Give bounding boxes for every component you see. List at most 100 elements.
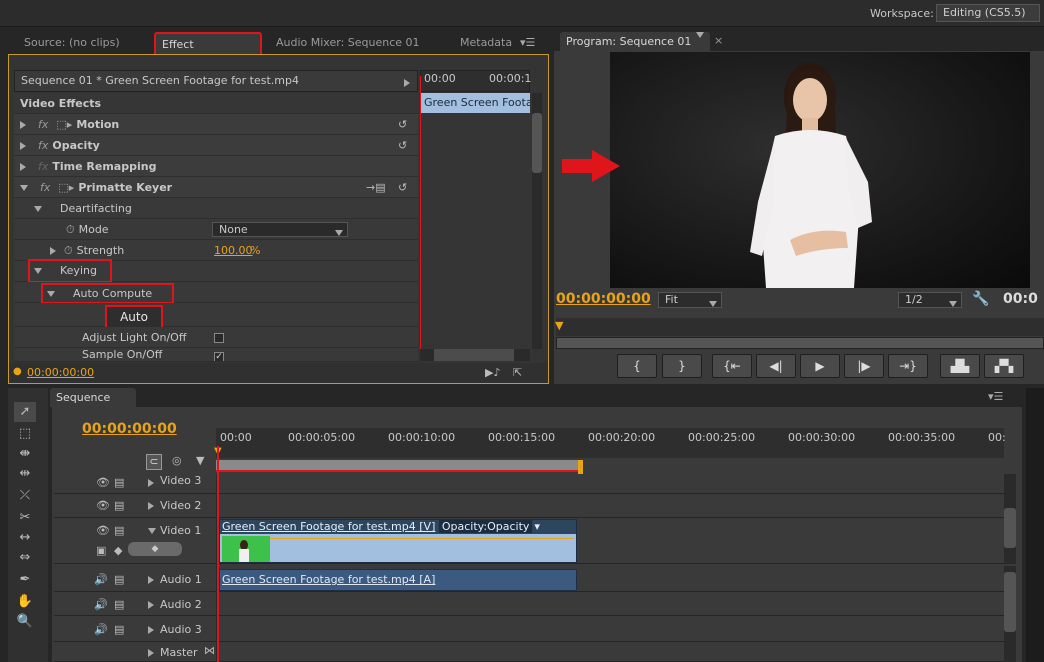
eye-icon[interactable]: 👁 <box>96 524 110 537</box>
effect-row-primatte[interactable]: fx ⬚▸ Primatte Keyer →▤ ↺ <box>14 177 418 198</box>
effect-timecode[interactable]: 00:00:00:00 <box>27 366 94 379</box>
timeline-playhead[interactable] <box>217 446 219 662</box>
ripple-edit-tool-icon[interactable]: ⇼ <box>14 444 36 464</box>
effect-row-opacity[interactable]: fx Opacity ↺ <box>14 135 418 156</box>
opacity-line[interactable] <box>270 538 574 539</box>
effect-scrollbar[interactable] <box>532 93 542 349</box>
auto-button[interactable]: Auto <box>105 305 163 329</box>
keyframe-display-icon[interactable]: ▣ <box>96 544 106 557</box>
resolution-select[interactable]: 1/2 <box>898 292 962 308</box>
effect-clip-bar[interactable]: Green Screen Footag <box>420 93 530 113</box>
slip-tool-icon[interactable]: ↔ <box>14 528 36 548</box>
tab-metadata[interactable]: Metadata <box>454 33 518 52</box>
stopwatch-icon[interactable]: ⏱ <box>64 244 73 257</box>
video-scrollbar[interactable] <box>1004 474 1016 564</box>
adjust-light-checkbox[interactable] <box>214 333 224 343</box>
extract-button[interactable]: ▞▚ <box>984 354 1024 378</box>
expand-icon[interactable] <box>20 163 26 171</box>
rolling-edit-tool-icon[interactable]: ⇹ <box>14 464 36 484</box>
effect-keyframe-area[interactable] <box>420 113 532 349</box>
panel-menu-icon[interactable]: ▾☰ <box>520 36 535 49</box>
stopwatch-icon[interactable]: ⏱ <box>66 223 75 236</box>
expand-icon[interactable] <box>148 623 154 636</box>
clip-fx-badge[interactable]: Opacity:Opacity <box>438 520 533 533</box>
speaker-icon[interactable]: 🔊 <box>94 573 108 586</box>
eye-icon[interactable]: 👁 <box>96 476 110 489</box>
razor-tool-icon[interactable]: ✂ <box>14 508 36 528</box>
tab-program[interactable]: Program: Sequence 01 <box>560 32 710 51</box>
reset-icon[interactable]: ↺ <box>398 177 407 198</box>
expand-icon[interactable] <box>50 247 56 255</box>
sample-checkbox[interactable]: ✓ <box>214 352 224 361</box>
reset-icon[interactable]: ↺ <box>398 114 407 135</box>
expand-icon[interactable] <box>148 598 154 611</box>
audio-scrollbar[interactable] <box>1004 566 1016 662</box>
workspace-select[interactable]: Editing (CS5.5) <box>936 4 1040 22</box>
slide-tool-icon[interactable]: ⇔ <box>14 548 36 568</box>
collapse-icon[interactable] <box>20 185 28 191</box>
timeline-timecode[interactable]: 00:00:00:00 <box>82 421 177 437</box>
strength-value[interactable]: 100.00 <box>214 240 253 261</box>
keyframe-nav-icon[interactable]: ◆ <box>114 544 122 557</box>
go-to-in-button[interactable]: {⇤ <box>712 354 752 378</box>
marker-icon[interactable]: ▼ <box>196 454 204 467</box>
film-icon[interactable]: ▤ <box>114 573 124 586</box>
effect-settings-icon[interactable]: →▤ <box>366 177 386 198</box>
tab-audio-mixer[interactable]: Audio Mixer: Sequence 01 <box>270 33 426 52</box>
play-only-icon[interactable] <box>404 76 410 89</box>
deartifacting-row[interactable]: Deartifacting <box>14 198 418 219</box>
effect-row-motion[interactable]: fx ⬚▸ Motion ↺ <box>14 114 418 135</box>
go-to-out-button[interactable]: ⇥} <box>888 354 928 378</box>
effect-row-time-remapping[interactable]: fx Time Remapping <box>14 156 418 177</box>
video-preview[interactable] <box>610 52 1030 288</box>
snap-icon[interactable]: ⊂ <box>146 454 162 470</box>
playhead-marker-icon[interactable]: ▼ <box>555 319 563 332</box>
keying-toggle[interactable]: Keying <box>28 259 112 283</box>
program-zoom-bar[interactable] <box>556 337 1044 349</box>
expand-icon[interactable] <box>148 646 154 659</box>
fit-select[interactable]: Fit <box>658 292 722 308</box>
lift-button[interactable]: ▟▙ <box>940 354 980 378</box>
collapse-icon[interactable] <box>34 268 42 274</box>
work-area-end-handle[interactable] <box>578 460 583 474</box>
track-select-tool-icon[interactable]: ⬚ <box>14 424 36 444</box>
expand-icon[interactable] <box>20 142 26 150</box>
mark-in-button[interactable]: { <box>617 354 657 378</box>
tab-source[interactable]: Source: (no clips) <box>18 33 126 52</box>
panel-menu-icon[interactable]: ▾☰ <box>988 390 1003 403</box>
export-icon[interactable]: ⇱ <box>513 366 522 379</box>
pen-tool-icon[interactable]: ✒ <box>14 570 36 590</box>
selection-tool-icon[interactable]: ➚ <box>14 402 36 422</box>
expand-icon[interactable] <box>148 499 154 512</box>
effect-playhead[interactable] <box>420 76 421 352</box>
play-audio-icon[interactable]: ▶♪ <box>485 366 500 379</box>
program-ruler[interactable] <box>556 318 1044 336</box>
step-back-button[interactable]: ◀| <box>756 354 796 378</box>
mark-out-button[interactable]: } <box>662 354 702 378</box>
audio-clip[interactable]: Green Screen Footage for test.mp4 [A] <box>219 569 577 591</box>
keyframe-add-button[interactable]: ◆ <box>128 542 182 556</box>
speaker-icon[interactable]: 🔊 <box>94 598 108 611</box>
film-icon[interactable]: ▤ <box>114 499 124 512</box>
video-clip[interactable]: Green Screen Footage for test.mp4 [V] Op… <box>219 519 577 563</box>
program-timecode[interactable]: 00:00:00:00 <box>556 291 651 307</box>
film-icon[interactable]: ▤ <box>114 623 124 636</box>
expand-icon[interactable] <box>20 121 26 129</box>
reset-icon[interactable]: ↺ <box>398 135 407 156</box>
film-icon[interactable]: ▤ <box>114 476 124 489</box>
step-forward-button[interactable]: |▶ <box>844 354 884 378</box>
rate-stretch-tool-icon[interactable]: ⤫ <box>14 486 36 506</box>
eye-icon[interactable]: 👁 <box>96 499 110 512</box>
chevron-down-icon[interactable] <box>696 32 704 38</box>
zoom-tool-icon[interactable]: 🔍 <box>14 612 36 632</box>
wrench-icon[interactable]: 🔧 <box>972 291 989 307</box>
work-area-bar[interactable] <box>216 460 580 472</box>
close-icon[interactable]: × <box>714 34 723 47</box>
mode-select[interactable]: None <box>212 222 348 237</box>
auto-compute-toggle[interactable]: Auto Compute <box>41 283 174 304</box>
play-button[interactable]: ▶ <box>800 354 840 378</box>
expand-icon[interactable] <box>148 573 154 586</box>
expand-icon[interactable] <box>148 476 154 489</box>
collapse-icon[interactable] <box>34 206 42 212</box>
speaker-icon[interactable]: 🔊 <box>94 623 108 636</box>
